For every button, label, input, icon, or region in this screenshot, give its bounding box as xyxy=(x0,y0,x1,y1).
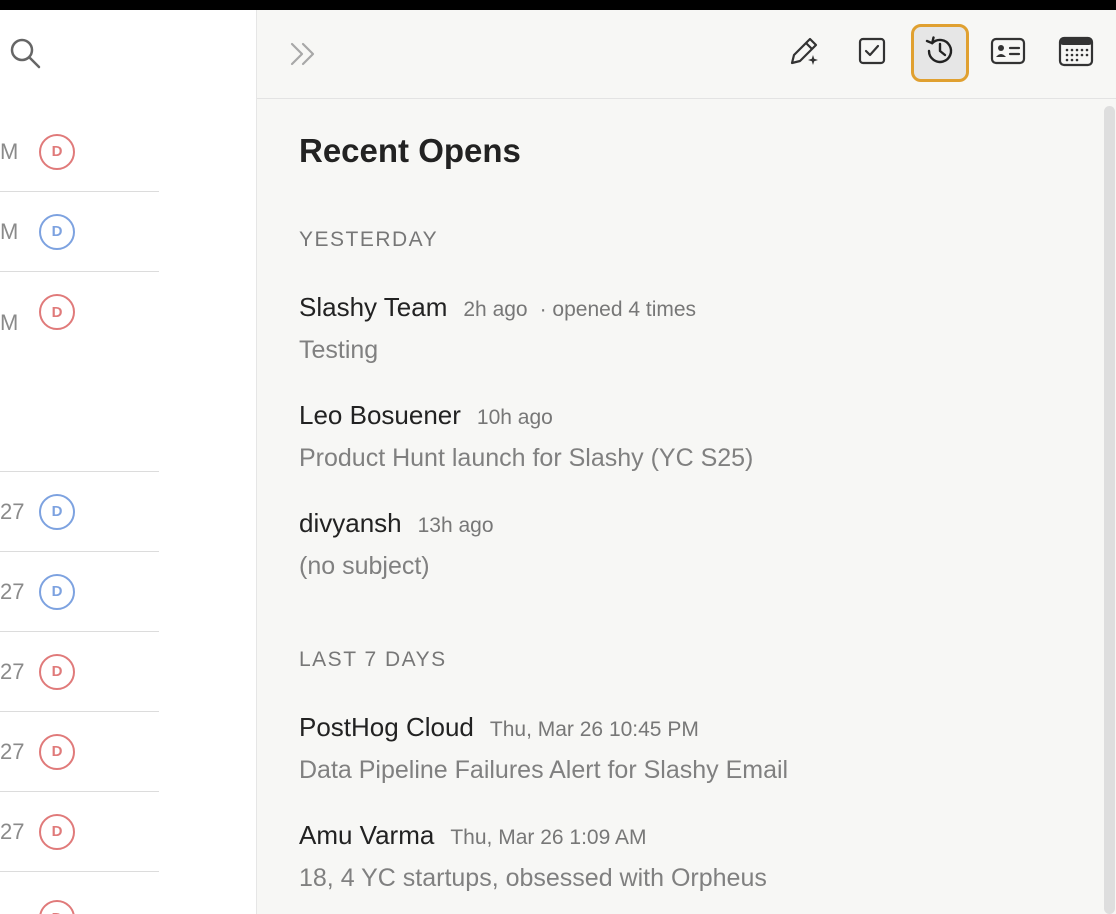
list-item[interactable]: M D xyxy=(0,272,159,472)
entry-sender: Amu Varma xyxy=(299,820,435,850)
panel-toolbar xyxy=(257,10,1116,99)
avatar: D xyxy=(39,493,75,530)
list-item[interactable]: M D xyxy=(0,192,159,272)
list-item[interactable]: 27 D xyxy=(0,712,159,792)
entry-sender: Slashy Team xyxy=(299,292,448,322)
list-item[interactable]: 27 D xyxy=(0,872,159,914)
avatar: D xyxy=(39,573,75,610)
list-item-time: M xyxy=(0,138,19,164)
contact-card-icon xyxy=(990,36,1026,71)
list-item[interactable]: 27 D xyxy=(0,552,159,632)
section-header-last-7-days: LAST 7 DAYS xyxy=(299,648,447,671)
list-item[interactable]: 27 D xyxy=(0,472,159,552)
window-top-bar xyxy=(0,0,1116,10)
list-item-time: 27 xyxy=(0,738,25,764)
compose-button[interactable] xyxy=(775,24,833,82)
entry-sender: Leo Bosuener xyxy=(299,400,461,430)
entry-subject: Data Pipeline Failures Alert for Slashy … xyxy=(299,756,789,784)
contacts-button[interactable] xyxy=(979,24,1037,82)
avatar: D xyxy=(39,813,75,850)
entry-sender: PostHog Cloud xyxy=(299,712,474,742)
list-item-time: 27 xyxy=(0,498,25,524)
mail-list-pane: M D M D M D 27 D 27 D 27 D 27 D 27 D 27 … xyxy=(0,10,256,914)
calendar-button[interactable] xyxy=(1047,24,1105,82)
entry-time: 13h ago xyxy=(417,514,494,537)
expand-chevrons-icon[interactable] xyxy=(287,38,321,70)
list-item-time: 27 xyxy=(0,818,25,844)
list-item-time: 27 xyxy=(0,578,25,604)
entry-subject: 18, 4 YC startups, obsessed with Orpheus xyxy=(299,864,767,892)
list-item-time: M xyxy=(0,310,19,335)
list-item[interactable]: divyansh 13h ago (no subject) xyxy=(299,508,1059,581)
list-item-time: M xyxy=(0,218,19,244)
avatar: D xyxy=(39,133,75,170)
entry-subject: Testing xyxy=(299,336,379,364)
entry-time: 10h ago xyxy=(476,406,553,429)
compose-sparkle-icon xyxy=(786,33,822,74)
avatar: D xyxy=(39,653,75,690)
avatar: D xyxy=(39,294,75,330)
page-title: Recent Opens xyxy=(299,132,521,169)
panel-scrollbar[interactable] xyxy=(1104,106,1115,914)
recent-opens-panel: Recent Opens YESTERDAY Slashy Team 2h ag… xyxy=(256,10,1116,914)
entry-sender: divyansh xyxy=(299,508,402,538)
entry-time: Thu, Mar 26 10:45 PM xyxy=(489,718,699,741)
list-item[interactable]: 27 D xyxy=(0,792,159,872)
list-item[interactable]: Leo Bosuener 10h ago Product Hunt launch… xyxy=(299,400,1059,473)
list-item[interactable]: 27 D xyxy=(0,632,159,712)
tasks-button[interactable] xyxy=(843,24,901,82)
entry-subject: (no subject) xyxy=(299,552,430,580)
list-item[interactable]: Slashy Team 2h ago · opened 4 times Test… xyxy=(299,292,1059,365)
avatar: D xyxy=(39,213,75,250)
avatar: D xyxy=(39,733,75,770)
list-item[interactable]: M D xyxy=(0,112,159,192)
avatar: D xyxy=(39,900,75,914)
entry-time: 2h ago xyxy=(463,298,528,321)
calendar-icon xyxy=(1058,35,1094,72)
section-header-yesterday: YESTERDAY xyxy=(299,228,439,251)
entry-open-count: · opened 4 times xyxy=(539,298,697,321)
entry-subject: Product Hunt launch for Slashy (YC S25) xyxy=(299,444,754,472)
history-icon xyxy=(922,33,958,74)
entry-time: Thu, Mar 26 1:09 AM xyxy=(450,826,647,849)
recent-opens-button[interactable] xyxy=(911,24,969,82)
search-icon[interactable] xyxy=(8,36,42,70)
list-item[interactable]: PostHog Cloud Thu, Mar 26 10:45 PM Data … xyxy=(299,712,1059,785)
list-item[interactable]: Amu Varma Thu, Mar 26 1:09 AM 18, 4 YC s… xyxy=(299,820,1059,893)
list-item-time: 27 xyxy=(0,658,25,684)
checkbox-icon xyxy=(857,36,887,71)
